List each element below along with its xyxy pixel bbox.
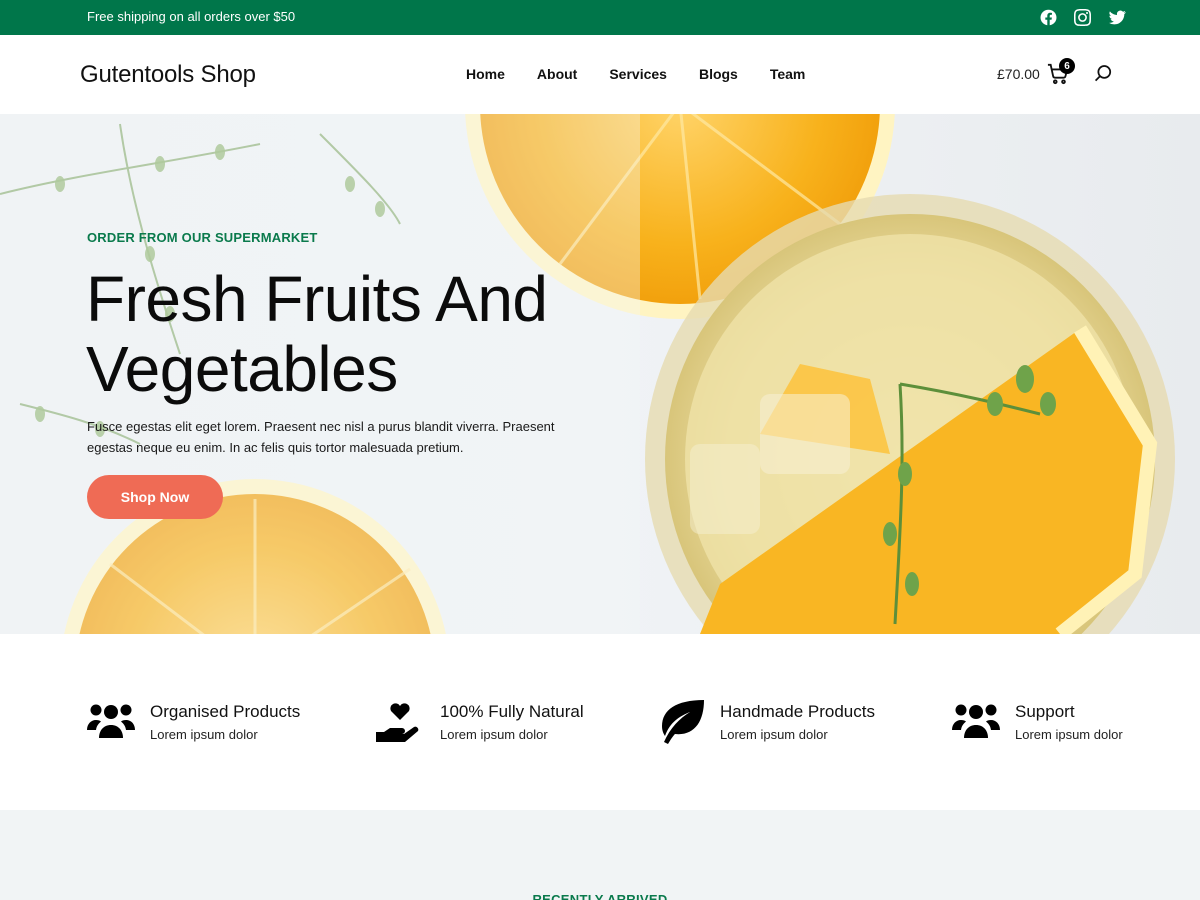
facebook-icon[interactable] [1038, 7, 1058, 27]
cart-count-badge: 6 [1059, 58, 1075, 74]
nav-blogs[interactable]: Blogs [699, 66, 738, 82]
cart-total[interactable]: £70.00 [997, 66, 1040, 82]
nav-team[interactable]: Team [770, 66, 806, 82]
hero-eyebrow: ORDER FROM OUR SUPERMARKET [87, 230, 318, 245]
nav-home[interactable]: Home [466, 66, 505, 82]
hero-description: Fusce egestas elit eget lorem. Praesent … [87, 419, 555, 455]
nav-about[interactable]: About [537, 66, 577, 82]
main-nav: Home About Services Blogs Team [466, 66, 805, 82]
twitter-icon[interactable] [1107, 7, 1127, 27]
feature-subtitle: Lorem ipsum dolor [1015, 727, 1123, 742]
hero-banner: ORDER FROM OUR SUPERMARKET Fresh Fruits … [0, 114, 1200, 634]
nav-services[interactable]: Services [609, 66, 667, 82]
section-eyebrow: RECENTLY ARRIVED [532, 892, 668, 900]
site-header: Gutentools Shop Home About Services Blog… [0, 35, 1200, 114]
leaf-icon [656, 700, 706, 744]
feature-title: Organised Products [150, 702, 301, 721]
feature-title: Handmade Products [720, 702, 875, 721]
top-bar: Free shipping on all orders over $50 [0, 0, 1200, 35]
shipping-notice: Free shipping on all orders over $50 [87, 9, 296, 24]
features-section: Organised Products Lorem ipsum dolor 100… [0, 634, 1200, 810]
recently-arrived-section: RECENTLY ARRIVED [0, 810, 1200, 900]
feature-subtitle: Lorem ipsum dolor [150, 727, 258, 742]
instagram-icon[interactable] [1072, 7, 1092, 27]
users-icon [87, 700, 137, 744]
hero-title: Fresh Fruits And Vegetables [86, 263, 548, 405]
site-logo[interactable]: Gutentools Shop [80, 61, 256, 89]
search-icon[interactable] [1094, 64, 1114, 84]
shop-now-button[interactable]: Shop Now [87, 475, 223, 519]
feature-title: 100% Fully Natural [440, 702, 584, 721]
feature-title: Support [1015, 702, 1075, 721]
feature-subtitle: Lorem ipsum dolor [720, 727, 828, 742]
feature-subtitle: Lorem ipsum dolor [440, 727, 548, 742]
users-icon [952, 700, 1002, 744]
hand-heart-icon [376, 700, 426, 744]
